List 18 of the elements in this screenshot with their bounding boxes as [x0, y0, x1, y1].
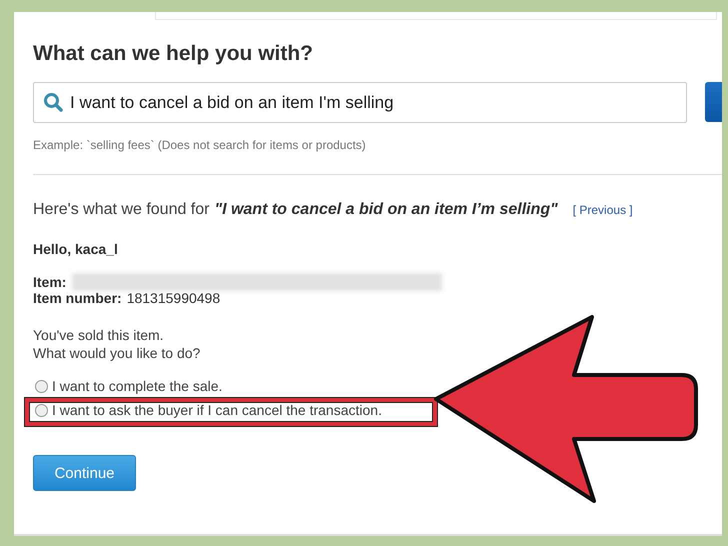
- message-text: You've sold this item.: [33, 326, 165, 344]
- radio-button[interactable]: [35, 404, 48, 416]
- item-label: Item:: [33, 274, 66, 290]
- radio-button[interactable]: [35, 380, 48, 392]
- page-heading: What can we help you with?: [33, 42, 314, 67]
- message-text: What would you like to do?: [33, 344, 202, 362]
- search-field[interactable]: I want to cancel a bid on an item I'm selling: [33, 82, 687, 123]
- item-number: 181315990498: [126, 290, 220, 306]
- results-label: Here's what we found for: [33, 201, 210, 219]
- option-label: I want to ask the buyer if I can cancel the transaction.: [52, 402, 382, 418]
- search-query: "I want to cancel a bid on an item I’m selling": [214, 201, 558, 219]
- search-button[interactable]: [705, 82, 722, 122]
- item-number-label: Item number:: [33, 290, 122, 306]
- option-label: I want to complete the sale.: [52, 378, 222, 394]
- hint-text: Example: `selling fees` (Does not search for items or products): [33, 138, 367, 152]
- previous-link[interactable]: [ Previous ]: [572, 203, 633, 217]
- search-icon: [43, 92, 63, 112]
- greeting: Hello, kaca_l: [33, 241, 119, 257]
